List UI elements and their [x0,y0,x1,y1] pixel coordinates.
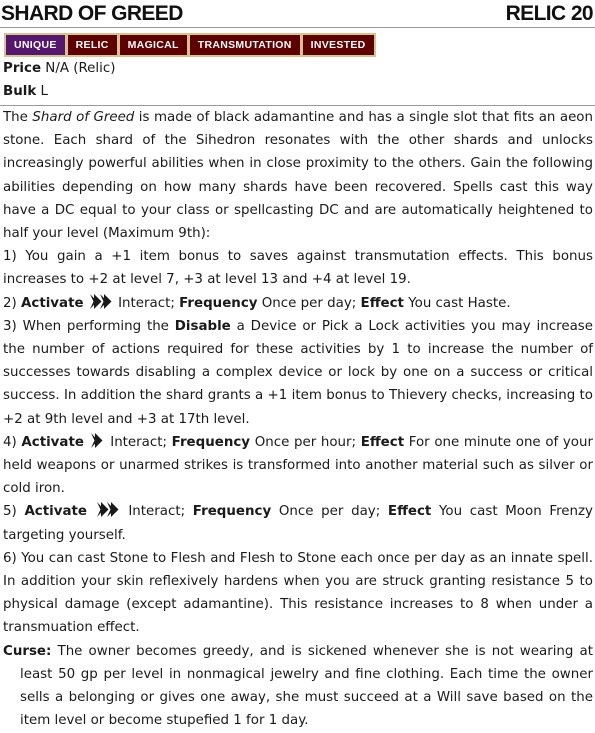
frequency-label: Frequency [179,295,258,311]
trait-magical[interactable]: MAGICAL [117,33,188,57]
effect-label: Effect [360,295,404,311]
ability-number: 5) [3,504,25,520]
curse-text: The owner becomes greedy, and is sickene… [20,643,593,729]
item-level: RELIC 20 [505,2,594,25]
item-card: SHARD OF GREED RELIC 20 UNIQUE RELIC MAG… [0,0,595,733]
price-label: Price [3,61,42,76]
trait-transmutation[interactable]: TRANSMUTATION [187,33,301,57]
activate-label: Activate [21,295,84,311]
trait-relic[interactable]: RELIC [65,33,118,57]
action-type: Interact; [113,295,180,311]
curse-label: Curse: [3,643,52,659]
bulk-line: Bulk L [0,80,595,103]
bulk-value: L [40,84,48,99]
ability-5: 5) Activate Interact; Frequency Once per… [3,500,593,546]
price-value: N/A (Relic) [45,61,116,76]
trait-invested[interactable]: INVESTED [300,33,376,57]
ability-4: 4) Activate Interact; Frequency Once per… [3,431,593,501]
item-name-italic: Shard of Greed [32,110,135,125]
frequency-label: Frequency [171,434,251,450]
ability-1: 1) You gain a +1 item bonus to saves aga… [3,249,593,288]
trait-list: UNIQUE RELIC MAGICAL TRANSMUTATION INVES… [4,33,595,57]
ability-2: 2) Activate Interact; Frequency Once per… [3,292,593,315]
curse-paragraph: Curse: The owner becomes greedy, and is … [3,640,593,733]
activate-label: Activate [24,504,87,520]
intro-text-rest: is made of black adamantine and has a si… [3,110,593,242]
two-actions-icon [89,293,112,309]
effect-label: Effect [360,434,405,450]
two-actions-icon [96,502,119,518]
frequency-label: Frequency [192,504,272,520]
frequency-value: Once per day; [271,504,388,520]
ability-text-rest: a Device or Pick a Lock activities you m… [3,318,593,427]
effect-text: You cast Haste. [403,295,511,311]
trait-unique[interactable]: UNIQUE [4,33,66,57]
price-line: Price N/A (Relic) [0,57,595,80]
ability-text: 3) When performing the [3,318,175,334]
item-header: SHARD OF GREED RELIC 20 [0,0,595,28]
frequency-value: Once per hour; [250,434,361,450]
item-description: The Shard of Greed is made of black adam… [0,106,595,732]
bulk-label: Bulk [3,84,37,99]
item-title: SHARD OF GREED [1,2,183,25]
one-action-icon [90,432,103,448]
ability-3: 3) When performing the Disable a Device … [3,315,593,431]
action-type: Interact; [120,504,193,520]
ability-number: 4) [3,434,22,450]
intro-paragraph: The Shard of Greed is made of black adam… [3,106,593,245]
effect-label: Effect [387,504,432,520]
action-type: Interact; [105,434,172,450]
intro-text: The [3,110,33,125]
ability-number: 2) [3,295,22,311]
frequency-value: Once per day; [257,295,361,311]
disable-keyword: Disable [174,318,231,334]
ability-6: 6) You can cast Stone to Flesh and Flesh… [3,550,593,636]
activate-label: Activate [21,434,84,450]
